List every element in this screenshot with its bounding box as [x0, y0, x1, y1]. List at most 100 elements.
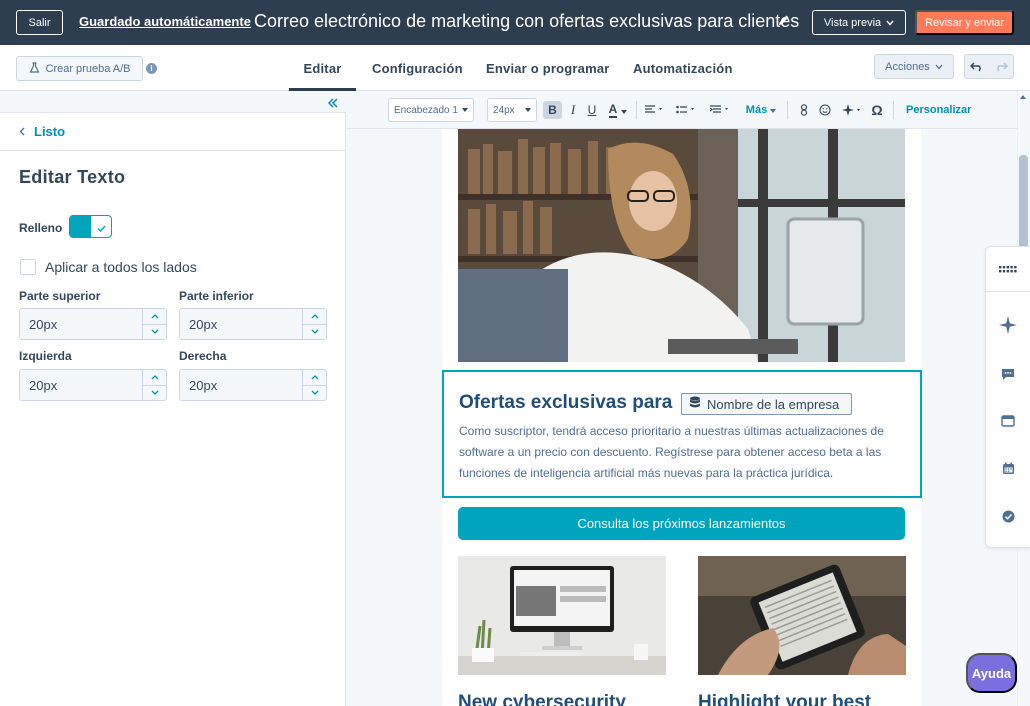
edit-text-panel: Listo Editar Texto Relleno Aplicar a tod…: [0, 91, 346, 706]
chevron-down-icon: [935, 61, 943, 73]
italic-button[interactable]: I: [566, 101, 580, 119]
caret-down-icon: [621, 103, 628, 117]
comment-icon[interactable]: [986, 351, 1030, 397]
bottom-padding-value[interactable]: 20px: [189, 317, 217, 332]
product-desk-image[interactable]: [458, 556, 666, 675]
caret-down-icon: [770, 104, 777, 116]
padding-toggle[interactable]: [69, 215, 112, 238]
align-icon[interactable]: [643, 101, 667, 119]
ab-test-button[interactable]: Crear prueba A/B: [16, 56, 143, 81]
tab-edit[interactable]: Editar: [289, 45, 356, 91]
tab-label: Automatización: [633, 60, 733, 76]
flask-icon: [29, 61, 40, 76]
tab-send-schedule[interactable]: Enviar o programar: [486, 45, 610, 91]
calendar-icon[interactable]: [986, 445, 1030, 491]
chevron-up-icon[interactable]: [303, 370, 326, 385]
link-icon[interactable]: [798, 101, 810, 119]
editor-nav-bar: Crear prueba A/B i Editar Configuración …: [0, 45, 1030, 91]
tab-automation[interactable]: Automatización: [633, 45, 733, 91]
font-size-value: 24px: [493, 104, 515, 116]
padding-label: Relleno: [19, 221, 63, 235]
cta-button[interactable]: Consulta los próximos lanzamientos: [458, 507, 905, 540]
exit-button[interactable]: Salir: [16, 10, 63, 35]
underline-button[interactable]: U: [585, 101, 599, 119]
done-back-link[interactable]: Listo: [19, 124, 65, 139]
apply-all-sides-checkbox[interactable]: [20, 259, 36, 275]
text-style-select[interactable]: Encabezado 1: [388, 98, 474, 122]
ai-sparkle-icon[interactable]: [986, 302, 1030, 348]
undo-redo-group: [964, 54, 1014, 79]
scroll-up-arrow[interactable]: [1020, 95, 1026, 99]
more-label: Más: [745, 104, 768, 116]
chevron-up-icon[interactable]: [143, 370, 166, 385]
text-color-button[interactable]: A: [606, 101, 630, 119]
bold-button[interactable]: B: [543, 101, 562, 119]
pencil-icon[interactable]: [777, 13, 791, 27]
font-size-select[interactable]: 24px: [487, 98, 537, 122]
token-label: Nombre de la empresa: [707, 396, 840, 412]
top-bar: Salir Guardado automáticamente Correo el…: [0, 0, 1030, 45]
preview-button[interactable]: Vista previa: [812, 10, 906, 35]
done-label: Listo: [34, 124, 66, 139]
email-title[interactable]: Correo electrónico de marketing con ofer…: [254, 11, 799, 32]
email-body-text[interactable]: Como suscriptor, tendrá acceso prioritar…: [459, 421, 899, 484]
left-padding-label: Izquierda: [19, 349, 72, 363]
chevron-down-icon[interactable]: [303, 384, 326, 401]
text-color-letter: A: [608, 101, 618, 118]
card-title-highlight[interactable]: Highlight your best: [698, 692, 871, 706]
chevron-down-icon[interactable]: [303, 323, 326, 340]
bottom-padding-stepper[interactable]: 20px: [179, 308, 327, 340]
review-send-button[interactable]: Revisar y enviar: [915, 10, 1014, 35]
special-chars-icon[interactable]: Ω: [870, 101, 884, 119]
right-padding-stepper[interactable]: 20px: [179, 369, 327, 401]
top-padding-label: Parte superior: [19, 289, 101, 303]
database-icon: [689, 396, 701, 412]
right-padding-value[interactable]: 20px: [189, 378, 217, 393]
tablet-reading-image[interactable]: [698, 556, 906, 675]
hero-image[interactable]: [458, 129, 905, 362]
emoji-icon[interactable]: [818, 101, 832, 119]
top-padding-value[interactable]: 20px: [29, 317, 57, 332]
redo-icon[interactable]: [989, 55, 1013, 78]
actions-label: Acciones: [885, 60, 930, 73]
selected-text-module[interactable]: Ofertas exclusivas para Nombre de la emp…: [442, 370, 922, 498]
chevron-up-icon[interactable]: [143, 309, 166, 324]
module-rail: [985, 246, 1030, 548]
bottom-padding-label: Parte inferior: [179, 289, 254, 303]
chevron-down-icon[interactable]: [143, 323, 166, 340]
check-circle-icon[interactable]: [986, 493, 1030, 539]
window-icon[interactable]: [986, 398, 1030, 444]
info-icon[interactable]: i: [146, 63, 157, 74]
tab-label: Editar: [303, 60, 342, 76]
actions-button[interactable]: Acciones: [874, 54, 954, 79]
top-padding-stepper[interactable]: 20px: [19, 308, 167, 340]
chevron-down-icon[interactable]: [143, 384, 166, 401]
tab-settings[interactable]: Configuración: [372, 45, 463, 91]
right-padding-label: Derecha: [179, 349, 227, 363]
left-padding-value[interactable]: 20px: [29, 378, 57, 393]
panel-header-strip: [0, 91, 346, 113]
panel-title: Editar Texto: [19, 167, 126, 187]
chevron-down-icon: [886, 17, 894, 29]
collapse-panel-icon[interactable]: [326, 96, 340, 110]
check-icon: [96, 221, 107, 233]
tab-label: Configuración: [372, 60, 463, 76]
left-padding-stepper[interactable]: 20px: [19, 369, 167, 401]
indent-icon[interactable]: [708, 101, 734, 119]
autosave-link[interactable]: Guardado automáticamente: [79, 14, 251, 29]
undo-icon[interactable]: [965, 55, 989, 78]
more-menu[interactable]: Más: [744, 101, 778, 119]
ai-sparkle-icon[interactable]: [840, 101, 864, 119]
grid-dots-icon[interactable]: [986, 247, 1030, 293]
help-button[interactable]: Ayuda: [966, 653, 1017, 693]
back-row: Listo: [0, 113, 346, 151]
chevron-left-icon: [19, 124, 25, 139]
email-heading[interactable]: Ofertas exclusivas para: [459, 392, 672, 414]
card-title-cybersecurity[interactable]: New cybersecurity: [458, 692, 626, 706]
company-name-token[interactable]: Nombre de la empresa: [681, 393, 852, 415]
ab-test-label: Crear prueba A/B: [45, 62, 131, 75]
bullet-list-icon[interactable]: [674, 101, 700, 119]
personalize-button[interactable]: Personalizar: [906, 104, 971, 116]
apply-all-sides-label: Aplicar a todos los lados: [45, 259, 197, 275]
chevron-up-icon[interactable]: [303, 309, 326, 324]
